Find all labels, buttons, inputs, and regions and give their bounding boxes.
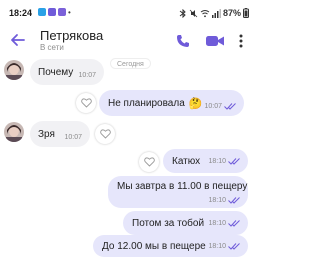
message-bubble-outgoing[interactable]: Потом за тобой 18:10 [123,211,248,235]
video-call-icon[interactable] [206,35,224,47]
signal-icon [211,8,221,18]
read-ticks-icon [228,158,240,165]
more-notifications-icon: • [68,8,71,17]
wifi-icon [200,9,210,17]
phone-call-icon[interactable] [176,34,190,48]
status-bar: 18:24 • 87% [0,0,258,26]
message-time: 18:10 [208,243,226,250]
message-bubble-incoming[interactable]: Зря 10:07 [30,121,90,147]
read-ticks-icon [224,103,236,110]
message-text: До 12.00 мы в пещере [102,240,206,252]
heart-icon [99,129,111,139]
contact-status: В сети [40,43,64,52]
message-bubble-outgoing[interactable]: Мы завтра в 11.00 в пещеру 18:10 [108,176,248,208]
read-ticks-icon [228,243,240,250]
message-text: Зря [38,128,55,140]
like-button[interactable] [95,124,115,144]
status-time: 18:24 [9,8,33,18]
message-time: 18:10 [208,220,226,227]
contact-avatar[interactable] [4,60,24,80]
message-time: 18:10 [208,197,226,204]
system-icons: 87% [179,8,249,18]
message-text: Катюх [172,155,201,167]
heart-icon [143,157,155,167]
message-bubble-incoming[interactable]: Почему 10:07 [30,59,104,85]
date-separator: Сегодня [110,58,151,69]
message-text: Не планировала [108,97,185,109]
app-notification-icon [38,8,46,16]
message-text: Мы завтра в 11.00 в пещеру [117,181,248,192]
like-button[interactable] [76,93,96,113]
message-text: Потом за тобой [132,217,205,229]
bluetooth-icon [179,8,186,18]
battery-icon [243,8,249,18]
contact-avatar[interactable] [4,122,24,142]
message-time: 18:10 [208,158,226,165]
message-bubble-outgoing[interactable]: Катюх 18:10 [163,149,248,173]
message-time: 10:07 [204,103,222,110]
contact-name[interactable]: Петрякова [40,28,103,43]
message-text: Почему [38,66,74,78]
mute-icon [189,9,198,17]
message-time: 10:07 [78,72,96,79]
like-button[interactable] [139,152,159,172]
thinking-emoji: 🤔 [188,97,203,110]
more-options-icon[interactable] [238,33,244,49]
read-ticks-icon [228,197,240,204]
message-list[interactable]: Почему 10:07 Сегодня Не планировала 🤔 10… [0,56,258,258]
notification-icons: • [38,8,71,17]
message-bubble-outgoing[interactable]: До 12.00 мы в пещере 18:10 [93,235,248,257]
battery-level: 87% [222,8,241,18]
back-arrow-icon[interactable] [10,32,26,48]
chat-header: Петрякова В сети [0,26,258,56]
read-ticks-icon [228,220,240,227]
app-notification-icon [58,8,66,16]
message-time: 10:07 [64,134,82,141]
message-bubble-outgoing[interactable]: Не планировала 🤔 10:07 [99,90,244,116]
heart-icon [80,98,92,108]
app-notification-icon [48,8,56,16]
